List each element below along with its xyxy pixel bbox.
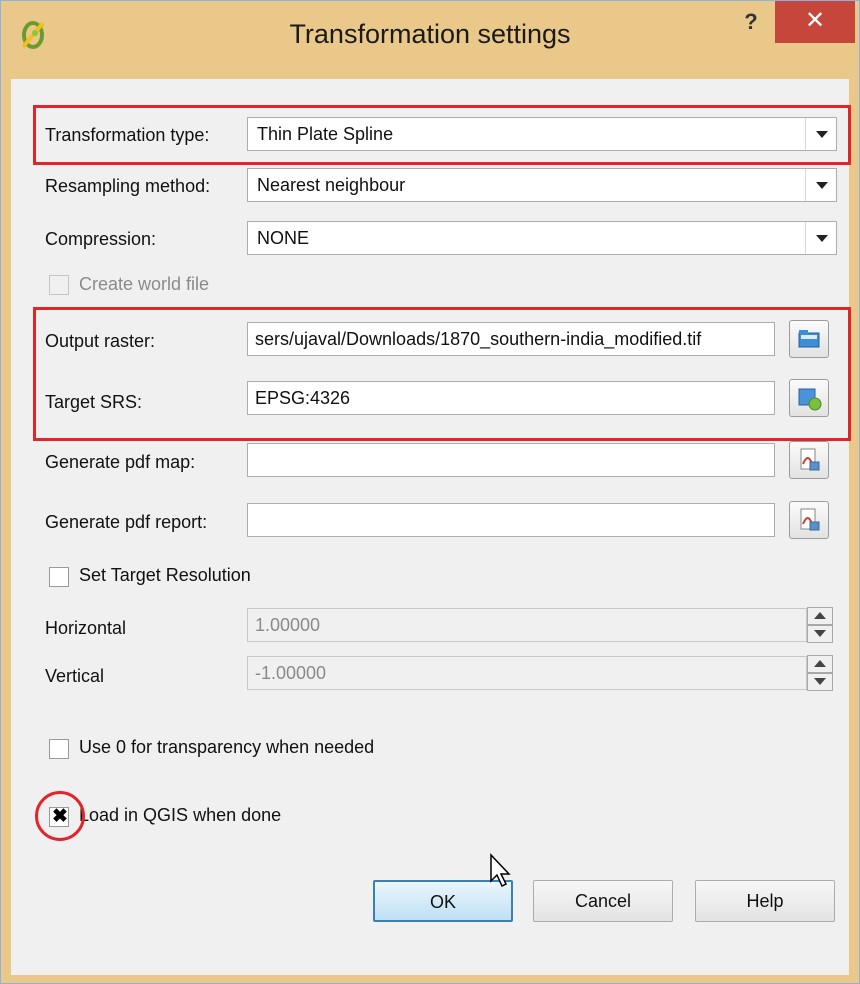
mouse-cursor-icon [490, 853, 511, 888]
generate-pdf-report-input[interactable] [247, 503, 775, 537]
target-srs-select-button[interactable] [789, 379, 829, 417]
output-raster-value: sers/ujaval/Downloads/1870_southern-indi… [255, 329, 702, 349]
generate-pdf-map-label: Generate pdf map: [45, 452, 196, 472]
vertical-resolution-input[interactable]: -1.00000 [247, 656, 807, 690]
transformation-type-label: Transformation type: [45, 125, 210, 145]
spin-up-icon[interactable] [807, 655, 833, 673]
vertical-spinner[interactable] [807, 655, 833, 691]
transformation-type-value: Thin Plate Spline [257, 124, 394, 144]
compression-value: NONE [257, 228, 310, 248]
spin-down-icon[interactable] [807, 625, 833, 643]
transformation-type-select[interactable]: Thin Plate Spline [247, 117, 837, 151]
close-icon[interactable]: ✕ [775, 1, 855, 43]
output-raster-label: Output raster: [45, 331, 156, 351]
folder-browse-icon [798, 330, 820, 348]
create-world-file-checkbox[interactable] [49, 275, 69, 295]
generate-pdf-report-browse-button[interactable] [789, 501, 829, 539]
horizontal-resolution-value: 1.00000 [255, 615, 321, 635]
check-mark-icon: ✖ [52, 806, 68, 827]
target-srs-label: Target SRS: [45, 392, 143, 412]
load-in-qgis-checkbox[interactable]: ✖ [49, 806, 69, 827]
help-icon[interactable]: ? [729, 7, 773, 39]
chevron-down-icon[interactable] [805, 118, 836, 150]
resampling-method-value: Nearest neighbour [257, 175, 406, 195]
pdf-icon [800, 448, 820, 471]
target-srs-value: EPSG:4326 [255, 388, 351, 408]
target-srs-input[interactable]: EPSG:4326 [247, 381, 775, 415]
generate-pdf-report-label: Generate pdf report: [45, 512, 208, 532]
generate-pdf-map-input[interactable] [247, 443, 775, 477]
pdf-icon [800, 508, 820, 531]
spin-down-icon[interactable] [807, 673, 833, 691]
vertical-label: Vertical [45, 666, 105, 686]
horizontal-label: Horizontal [45, 618, 127, 638]
dialog-body: Transformation type: Thin Plate Spline R… [11, 79, 849, 975]
horizontal-spinner[interactable] [807, 607, 833, 643]
load-in-qgis-label: Load in QGIS when done [79, 805, 282, 825]
output-raster-input[interactable]: sers/ujaval/Downloads/1870_southern-indi… [247, 322, 775, 356]
projection-select-icon [798, 388, 822, 411]
compression-select[interactable]: NONE [247, 221, 837, 255]
use-zero-transparency-checkbox[interactable] [49, 739, 69, 759]
generate-pdf-map-browse-button[interactable] [789, 441, 829, 479]
cancel-button[interactable]: Cancel [533, 880, 673, 922]
help-button[interactable]: Help [695, 880, 835, 922]
set-target-resolution-checkbox[interactable] [49, 567, 69, 587]
create-world-file-label: Create world file [79, 274, 210, 294]
title-bar[interactable]: Transformation settings ? ✕ [1, 1, 859, 79]
resampling-method-label: Resampling method: [45, 176, 211, 196]
use-zero-transparency-label: Use 0 for transparency when needed [79, 737, 375, 757]
compression-label: Compression: [45, 229, 157, 249]
transformation-settings-dialog: Transformation settings ? ✕ Transformati… [0, 0, 860, 984]
output-raster-browse-button[interactable] [789, 320, 829, 358]
chevron-down-icon[interactable] [805, 222, 836, 254]
vertical-resolution-value: -1.00000 [255, 663, 327, 683]
resampling-method-select[interactable]: Nearest neighbour [247, 168, 837, 202]
spin-up-icon[interactable] [807, 607, 833, 625]
chevron-down-icon[interactable] [805, 169, 836, 201]
horizontal-resolution-input[interactable]: 1.00000 [247, 608, 807, 642]
set-target-resolution-label: Set Target Resolution [79, 565, 251, 585]
